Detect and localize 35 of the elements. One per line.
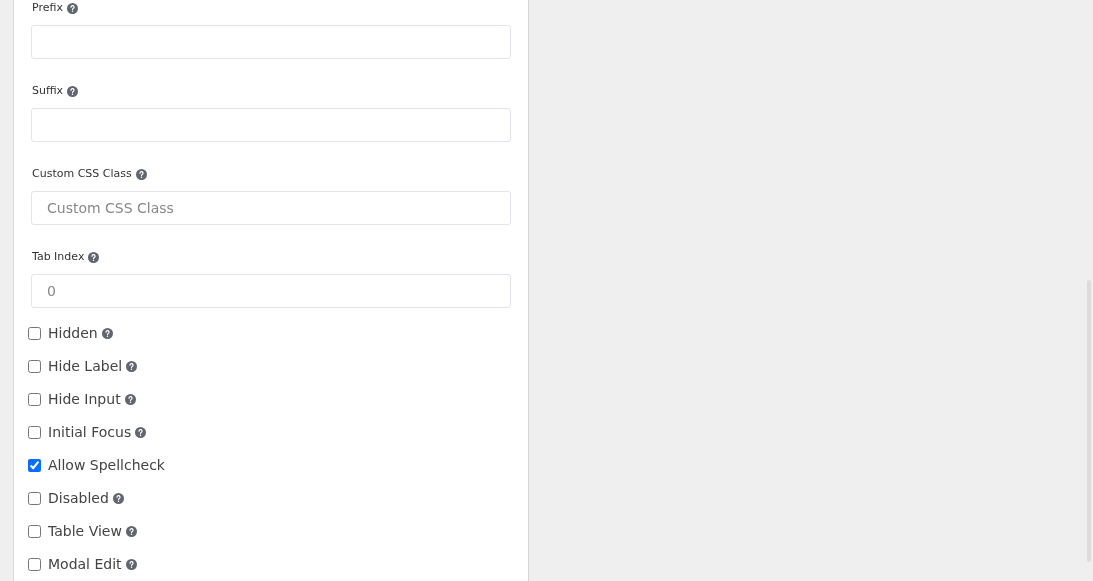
help-icon[interactable] bbox=[135, 169, 147, 180]
checkbox[interactable] bbox=[28, 458, 41, 472]
checkbox[interactable] bbox=[28, 524, 41, 538]
help-icon[interactable] bbox=[88, 252, 100, 263]
help-icon[interactable] bbox=[124, 393, 136, 405]
help-icon[interactable] bbox=[125, 558, 137, 570]
checkbox-label: Initial Focus bbox=[48, 422, 132, 442]
checkbox[interactable] bbox=[28, 425, 41, 439]
field-label: Tab Index bbox=[32, 249, 85, 266]
checkbox[interactable] bbox=[28, 359, 41, 373]
help-icon[interactable] bbox=[112, 492, 124, 504]
text-field[interactable]: 0 bbox=[31, 274, 511, 308]
checkbox[interactable] bbox=[28, 557, 41, 571]
checkbox-label: Hide Label bbox=[48, 356, 123, 376]
text-field[interactable]: Custom CSS Class bbox=[31, 191, 511, 225]
checkbox-label: Modal Edit bbox=[48, 554, 122, 574]
checkbox[interactable] bbox=[28, 392, 41, 406]
help-icon[interactable] bbox=[125, 525, 137, 537]
help-icon[interactable] bbox=[66, 3, 78, 14]
field-label: Prefix bbox=[32, 0, 63, 17]
field-label: Suffix bbox=[32, 83, 64, 100]
help-icon[interactable] bbox=[101, 327, 113, 339]
help-icon[interactable] bbox=[126, 360, 138, 372]
checkbox-label: Disabled bbox=[48, 488, 109, 508]
help-icon[interactable] bbox=[135, 426, 147, 438]
text-field[interactable] bbox=[31, 25, 511, 59]
field-label: Custom CSS Class bbox=[32, 166, 132, 183]
help-icon[interactable] bbox=[67, 86, 79, 97]
checkbox-label: Hide Input bbox=[48, 389, 121, 409]
checkbox-label: Allow Spellcheck bbox=[48, 455, 165, 475]
checkbox-label: Hidden bbox=[48, 323, 98, 343]
checkbox[interactable] bbox=[28, 491, 41, 505]
checkbox-label: Table View bbox=[48, 521, 122, 541]
checkbox[interactable] bbox=[28, 326, 41, 340]
text-field[interactable] bbox=[31, 108, 511, 142]
